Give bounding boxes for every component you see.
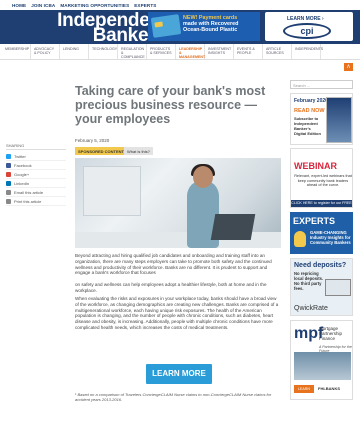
cpi-learn-more[interactable]: LEARN MORE › (287, 16, 324, 22)
magazine-issue: February 2020 (294, 98, 328, 104)
photo-laptop (210, 214, 256, 240)
mpf-learn-more[interactable]: LEARN MORE (294, 385, 314, 399)
sharing-panel: SHARING Twitter Facebook Google+ LinkedI… (6, 143, 66, 206)
menu-item-sources[interactable]: ARTICLE SOURCES (263, 44, 292, 59)
promo-line-1: NEW! Payment cards (183, 15, 238, 21)
menu-item-lending[interactable]: LENDING (60, 44, 89, 59)
rss-icon[interactable]: ʌ (344, 63, 353, 71)
laptop-icon (325, 279, 351, 296)
paragraph-3: When evaluating the risks and exposures … (75, 296, 279, 330)
share-email[interactable]: Email this article (6, 188, 66, 197)
paragraph-1: Beyond attracting and hiring qualified j… (75, 253, 272, 276)
email-icon (6, 189, 11, 195)
menu-item-membership[interactable]: MEMBERSHIP (2, 44, 31, 59)
article-footnote: ¹ Based on a comparison of Travelers Con… (75, 392, 272, 402)
mpf-ad[interactable]: mpf Mortgage Partnership Finance A Partn… (290, 320, 353, 400)
share-label: Facebook (14, 162, 32, 168)
experts-ad[interactable]: EXPERTS GAME-CHANGING Industry Insights … (290, 212, 353, 254)
print-icon (6, 198, 11, 204)
lightbulb-icon (294, 231, 306, 247)
page: HOME JOIN ICBA MARKETING OPPORTUNITIES E… (0, 0, 360, 440)
magazine-read-now[interactable]: READ NOW (294, 108, 325, 114)
menu-item-leadership[interactable]: LEADERSHIP & MANAGEMENT (176, 44, 205, 59)
share-print[interactable]: Print this article (6, 197, 66, 206)
menu-item-advocacy[interactable]: ADVOCACY & POLICY (31, 44, 60, 59)
what-is-this-button[interactable]: What is this? (124, 147, 153, 155)
menu-item-events[interactable]: EVENTS & PEOPLE (234, 44, 263, 59)
deposits-text: No repricing local deposits. No third pa… (294, 271, 324, 291)
webinar-title: WEBINAR (294, 161, 337, 171)
share-label: LinkedIn (14, 180, 30, 186)
paragraph-2: on safety and wellness can help employee… (75, 282, 267, 293)
facebook-icon (6, 162, 11, 168)
share-label: Print this article (14, 198, 42, 204)
google-plus-icon (6, 171, 11, 177)
topnav-marketing-link[interactable]: MARKETING OPPORTUNITIES (60, 3, 129, 8)
menu-item-technology[interactable]: TECHNOLOGY (89, 44, 118, 59)
magazine-ad[interactable]: February 2020 READ NOW Subscribe to Inde… (290, 93, 353, 145)
sharing-header: SHARING (6, 143, 66, 150)
share-google[interactable]: Google+ (6, 170, 66, 179)
search-input[interactable]: Search ... (290, 80, 353, 89)
menu-item-regulation[interactable]: REGULATION & COMPLIANCE (118, 44, 147, 59)
promo-text: NEW! Payment cards made with Recovered O… (183, 15, 260, 34)
article-date: February 5, 2020 (75, 138, 110, 143)
share-label: Google+ (14, 171, 30, 177)
deposits-ad[interactable]: Need deposits? No repricing local deposi… (290, 258, 353, 316)
menu-item-investment[interactable]: INVESTMENT INSIGHTS (205, 44, 234, 59)
experts-title: EXPERTS (293, 216, 336, 226)
share-linkedin[interactable]: LinkedIn (6, 179, 66, 188)
magazine-cover (326, 97, 352, 143)
article-photo (75, 158, 281, 248)
promo-line-2: made with Recovered (183, 21, 239, 28)
share-label: Email this article (14, 189, 44, 195)
menu-item-independents[interactable]: INDEPENDENTS (292, 44, 323, 59)
linkedin-icon (6, 180, 11, 186)
webinar-ad[interactable]: WEBINAR Relevant, expert-led webinars th… (290, 148, 353, 212)
twitter-icon (6, 153, 11, 159)
top-nav: HOME JOIN ICBA MARKETING OPPORTUNITIES E… (0, 0, 360, 10)
promo-line-3: Ocean-Bound Plastic (183, 27, 238, 34)
cpi-logo: cpi (283, 23, 331, 39)
qwickrate-logo: QwickRate (294, 305, 328, 312)
topnav-join-link[interactable]: JOIN ICBA (31, 3, 55, 8)
share-facebook[interactable]: Facebook (6, 161, 66, 170)
share-twitter[interactable]: Twitter (6, 152, 66, 161)
webinar-link[interactable]: CLICK HERE to register for our FREE webi… (291, 200, 352, 212)
experts-text: GAME-CHANGING Industry Insights for Comm… (310, 230, 351, 245)
fhlbanks-logo: FHLBANKS (318, 386, 340, 391)
mpf-name: Mortgage Partnership Finance (319, 326, 343, 342)
learn-more-button[interactable]: LEARN MORE (146, 364, 212, 384)
photo-head (193, 166, 213, 188)
sponsored-badge: SPONSORED CONTENT (75, 147, 128, 155)
menu-item-products[interactable]: PRODUCTS & SERVICES (147, 44, 176, 59)
photo-shelf (83, 166, 141, 216)
header-promo-banner[interactable]: NEW! Payment cards made with Recovered O… (148, 12, 260, 41)
share-label: Twitter (14, 153, 26, 159)
article-title: Taking care of your bank's most precious… (75, 84, 266, 126)
main-menu: MEMBERSHIP ADVOCACY & POLICY LENDING TEC… (0, 44, 360, 60)
topnav-home-link[interactable]: HOME (12, 3, 26, 8)
webinar-text: Relevant, expert-led webinars that keep … (294, 174, 352, 188)
topnav-experts-link[interactable]: EXPERTS (134, 3, 156, 8)
payment-card-icon (150, 14, 182, 38)
mpf-photo (294, 352, 351, 380)
deposits-title: Need deposits? (294, 262, 347, 269)
magazine-subscribe[interactable]: Subscribe to Independent Banker's Digita… (294, 116, 324, 136)
cpi-ad[interactable]: LEARN MORE › cpi (265, 12, 353, 41)
